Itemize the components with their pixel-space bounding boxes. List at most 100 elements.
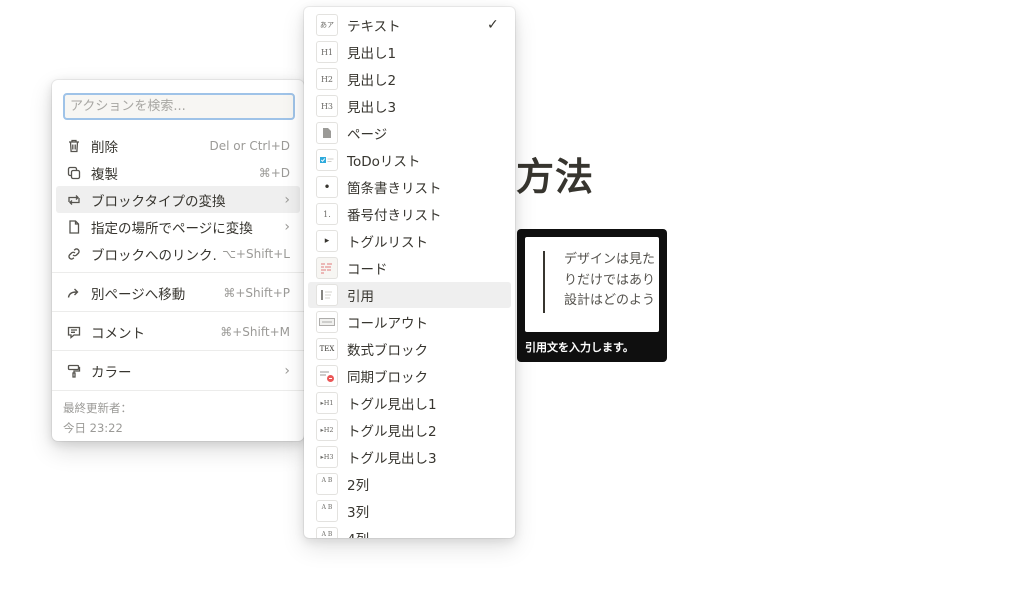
turn-into-bulleted-list[interactable]: • 箇条書きリスト [308,174,511,200]
turn-into-callout-label: コールアウト [347,316,428,332]
turn-into-page[interactable]: ページ [308,120,511,146]
comment-menu-item[interactable]: コメント ⌘+Shift+M [56,318,300,345]
link-icon [65,245,83,263]
quote-preview-caption: 引用文を入力します。 [525,341,634,354]
turn-into-quote[interactable]: 引用 [308,282,511,308]
turn-into-4-columns-label: 4列 [347,528,511,538]
todo-checkbox-icon [316,149,338,171]
turn-into-numbered-list[interactable]: 1. 番号付きリスト [308,201,511,227]
menu-divider [52,350,304,351]
action-search-input[interactable] [63,93,295,120]
move-icon [65,284,83,302]
turn-into-2-columns[interactable]: A B 2列 [308,471,511,497]
turn-into-todo-label: ToDoリスト [347,154,421,170]
chevron-right-icon: › [284,218,290,235]
turn-into-toggle-heading-3-label: トグル見出し3 [347,451,437,467]
turn-into-menu: あア テキスト ✓ H1 見出し1 H2 見出し2 H3 見出し3 ページ To… [304,7,515,538]
quote-preview-line: 設計はどのよう [564,293,656,308]
turn-into-text-label: テキスト [347,19,401,35]
two-columns-icon: A B [316,473,338,495]
turn-into-2-columns-label: 2列 [347,478,370,494]
duplicate-menu-item[interactable]: 複製 ⌘+D [56,159,300,186]
delete-menu-item[interactable]: 削除 Del or Ctrl+D [56,132,300,159]
delete-label: 削除 [91,139,118,156]
chevron-right-icon: › [284,362,290,379]
duplicate-icon [65,164,83,182]
turn-into-bulleted-list-label: 箇条書きリスト [347,181,442,197]
callout-block-icon [316,311,338,333]
tex-equation-icon: TEX [316,338,338,360]
turn-into-equation-label: 数式ブロック [347,343,428,359]
turn-into-heading-1-label: 見出し1 [347,46,397,62]
turn-into-todo[interactable]: ToDoリスト [308,147,511,173]
turn-into-toggle-heading-2[interactable]: ▸H2 トグル見出し2 [308,417,511,443]
paint-roller-icon [65,362,83,380]
turn-into-toggle-heading-3[interactable]: ▸H3 トグル見出し3 [308,444,511,470]
trash-icon [65,137,83,155]
turn-into-heading-3-label: 見出し3 [347,100,397,116]
turn-into-page-label: ページ [347,127,388,143]
turn-into-heading-1[interactable]: H1 見出し1 [308,39,511,65]
turn-into-heading-2[interactable]: H2 見出し2 [308,66,511,92]
turn-into-3-columns[interactable]: A B 3列 [308,498,511,524]
copy-link-menu-item[interactable]: ブロックへのリンク... ⌥+Shift+L [56,240,300,267]
turn-into-equation[interactable]: TEX 数式ブロック [308,336,511,362]
four-columns-icon: A B [316,527,338,538]
turn-into-heading-3[interactable]: H3 見出し3 [308,93,511,119]
block-action-menu: 削除 Del or Ctrl+D 複製 ⌘+D ブロックタイプの変換 › 指定の… [52,80,304,441]
color-label: カラー [91,364,132,381]
copy-link-label: ブロックへのリンク... [91,247,217,264]
move-to-label: 別ページへ移動 [91,286,186,303]
turn-into-synced-block[interactable]: 同期ブロック [308,363,511,389]
chevron-right-icon: › [284,191,290,208]
last-edited-time: 今日 23:22 [63,421,123,435]
turn-into-toggle-heading-2-label: トグル見出し2 [347,424,437,440]
page-icon [65,218,83,236]
heading-1-icon: H1 [316,41,338,63]
duplicate-label: 複製 [91,166,118,183]
turn-into-toggle-heading-1[interactable]: ▸H1 トグル見出し1 [308,390,511,416]
color-menu-item[interactable]: カラー › [56,357,300,384]
turn-into-page-menu-item[interactable]: 指定の場所でページに変換 › [56,213,300,240]
turn-into-code[interactable]: コード [308,255,511,281]
move-to-menu-item[interactable]: 別ページへ移動 ⌘+Shift+P [56,279,300,306]
comment-label: コメント [91,325,145,342]
turn-into-toggle-list[interactable]: ▸ トグルリスト [308,228,511,254]
last-edited-label: 最終更新者： [63,401,132,415]
comment-icon [65,323,83,341]
turn-into-4-columns[interactable]: A B 4列 [308,525,511,538]
toggle-heading-2-icon: ▸H2 [316,419,338,441]
turn-into-toggle-heading-1-label: トグル見出し1 [347,397,437,413]
search-field-wrap [63,93,295,120]
toggle-list-icon: ▸ [316,230,338,252]
turn-into-menu-item[interactable]: ブロックタイプの変換 › [56,186,300,213]
quote-preview-line: デザインは見た [564,252,656,267]
turn-into-synced-block-label: 同期ブロック [347,370,428,386]
turn-into-callout[interactable]: コールアウト [308,309,511,335]
checkmark-icon: ✓ [487,17,499,33]
turn-into-heading-2-label: 見出し2 [347,73,397,89]
bullet-list-icon: • [316,176,338,198]
copy-link-shortcut: ⌥+Shift+L [222,246,290,261]
turn-into-quote-label: 引用 [347,289,374,305]
quote-preview-card: デザインは見た りだけではあり 設計はどのよう [525,237,659,332]
toggle-heading-3-icon: ▸H3 [316,446,338,468]
turn-into-label: ブロックタイプの変換 [91,193,226,210]
turn-into-3-columns-label: 3列 [347,505,370,521]
menu-divider [52,311,304,312]
page-title-fragment: 方法 [516,155,595,199]
turn-into-code-label: コード [347,262,388,278]
turn-into-icon [65,191,83,209]
comment-shortcut: ⌘+Shift+M [220,324,290,339]
heading-2-icon: H2 [316,68,338,90]
turn-into-toggle-list-label: トグルリスト [347,235,428,251]
menu-divider [52,390,304,391]
duplicate-shortcut: ⌘+D [258,165,290,180]
move-to-shortcut: ⌘+Shift+P [223,285,290,300]
code-block-icon [316,257,338,279]
page-block-icon [316,122,338,144]
turn-into-numbered-list-label: 番号付きリスト [347,208,442,224]
quote-preview-line: りだけではあり [564,272,656,288]
turn-into-text[interactable]: あア テキスト ✓ [308,12,511,38]
toggle-heading-1-icon: ▸H1 [316,392,338,414]
